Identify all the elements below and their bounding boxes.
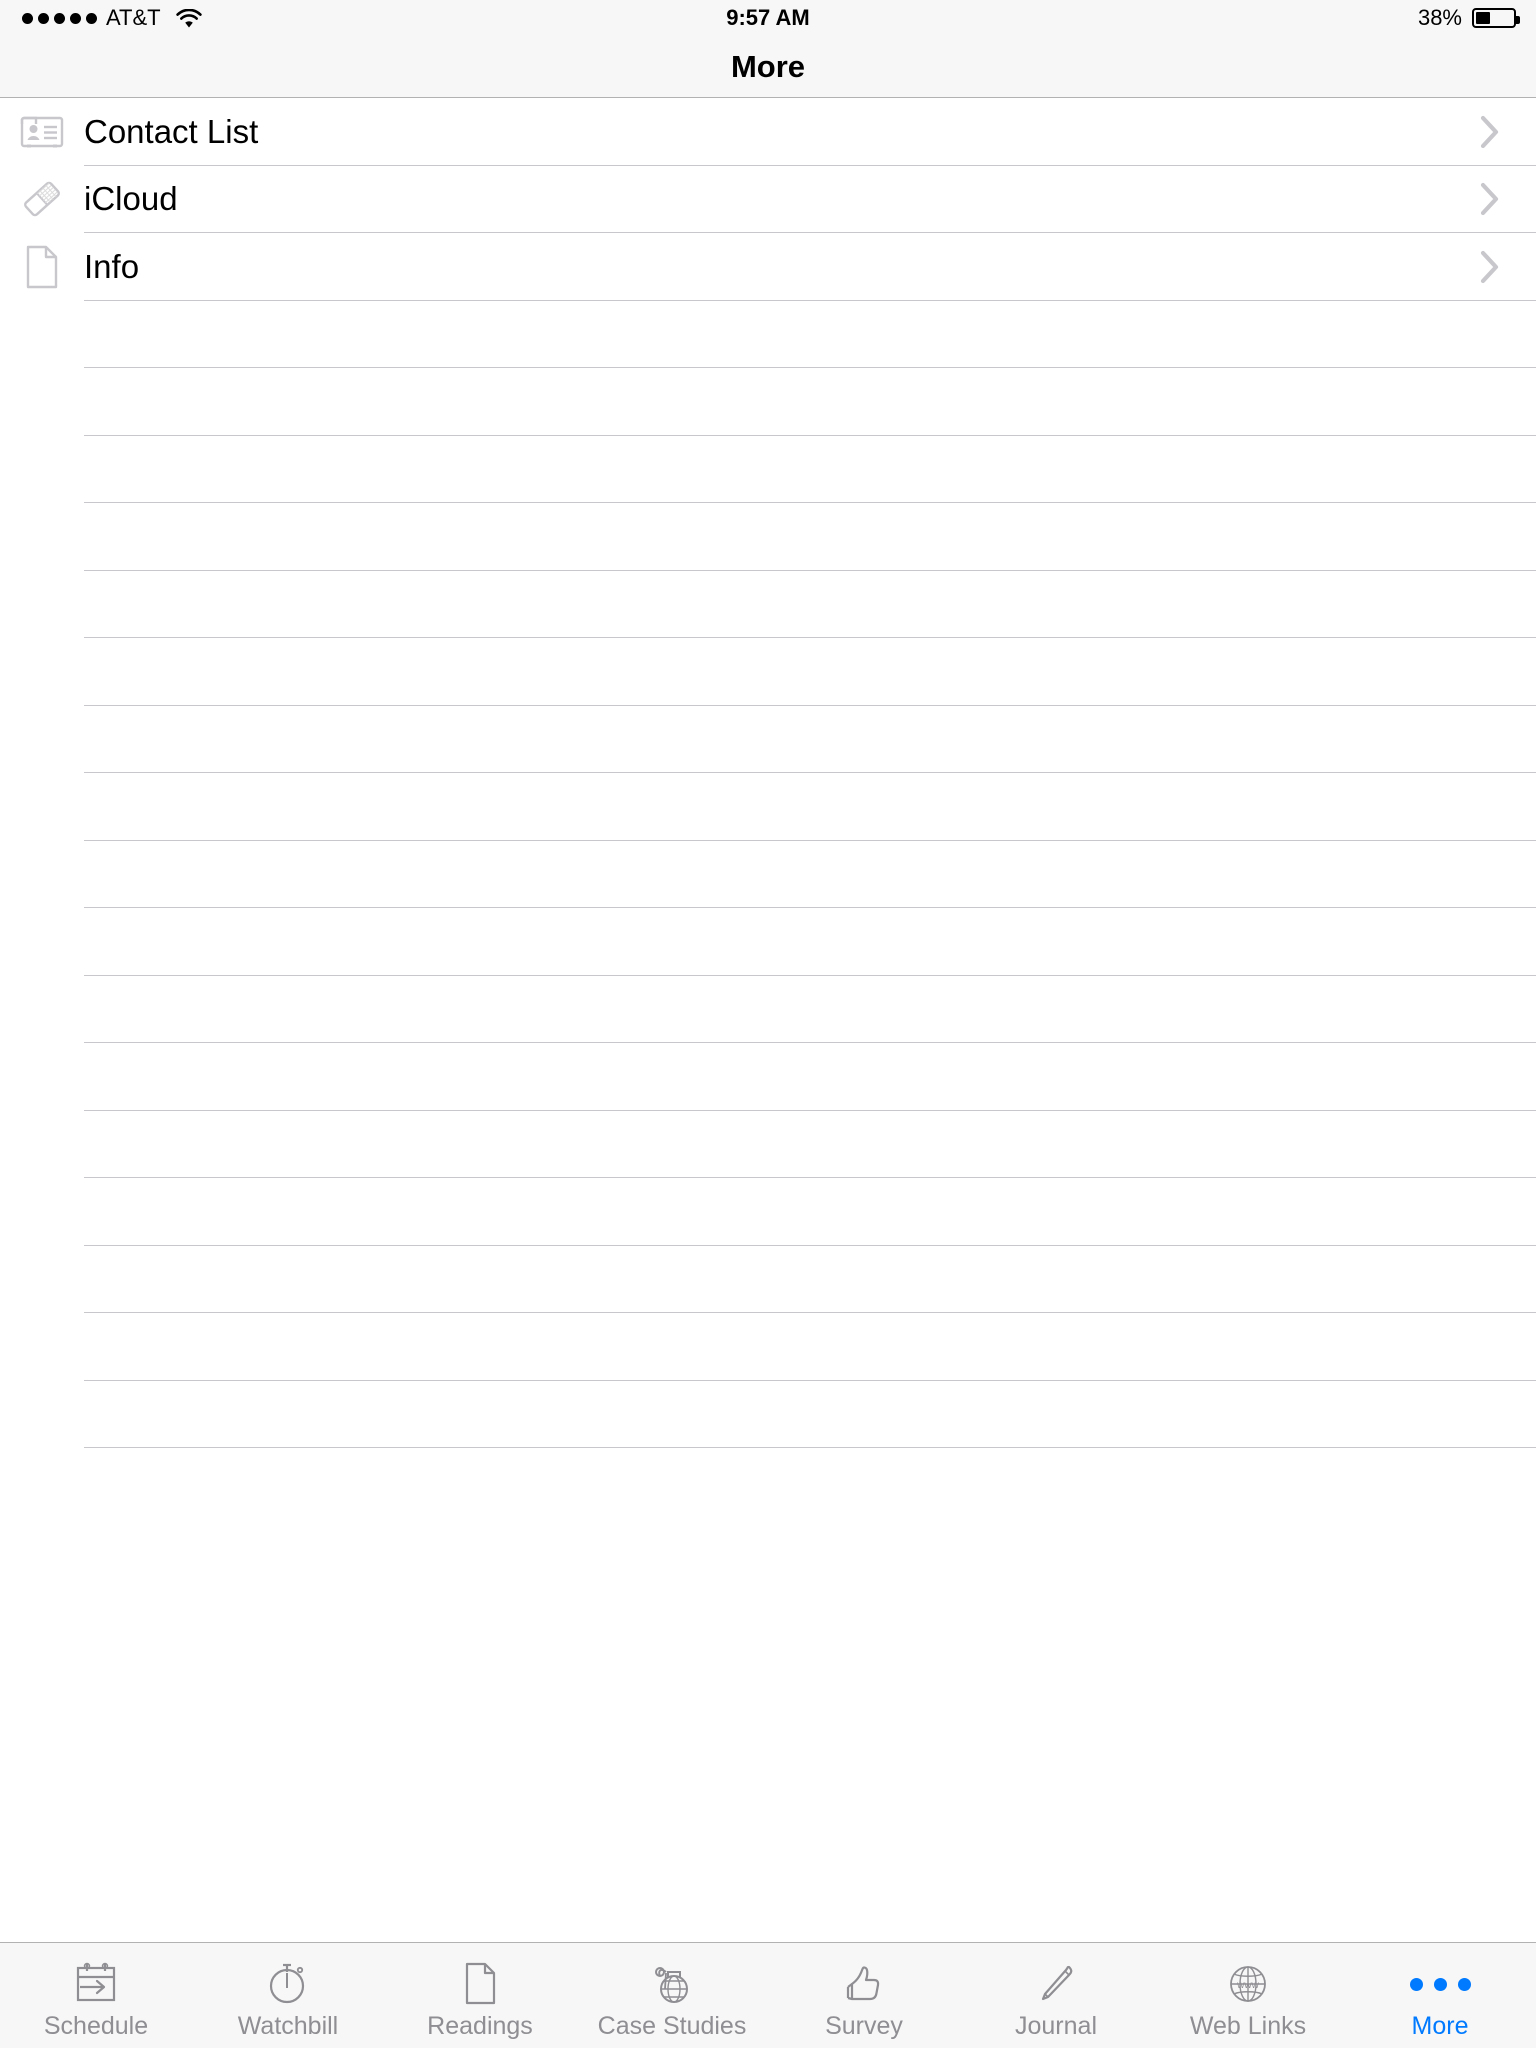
empty-list-row bbox=[0, 503, 1536, 571]
list-item-contact-list[interactable]: Contact List bbox=[0, 98, 1536, 166]
tab-label: Journal bbox=[1015, 2012, 1097, 2040]
tab-label: Watchbill bbox=[237, 2012, 339, 2040]
chevron-right-icon bbox=[1479, 181, 1536, 217]
navigation-bar: More bbox=[0, 36, 1536, 98]
tab-journal[interactable]: Journal bbox=[960, 1943, 1152, 2048]
empty-list-row bbox=[0, 300, 1536, 368]
empty-list-row bbox=[0, 570, 1536, 638]
pen-icon bbox=[1031, 1958, 1081, 2010]
empty-list-row bbox=[0, 773, 1536, 841]
ellipsis-icon bbox=[1409, 1958, 1471, 2010]
empty-list-row bbox=[0, 1110, 1536, 1178]
status-bar-right: 38% bbox=[1418, 5, 1536, 31]
document-icon bbox=[0, 245, 84, 289]
chevron-right-icon bbox=[1479, 114, 1536, 150]
wifi-icon bbox=[175, 8, 202, 28]
tab-label: Survey bbox=[825, 2012, 903, 2040]
empty-list-row bbox=[0, 1245, 1536, 1313]
globe-www-icon: www bbox=[1222, 1958, 1274, 2010]
empty-list-row bbox=[0, 908, 1536, 976]
status-bar-left: AT&T bbox=[0, 5, 202, 31]
carrier-label: AT&T bbox=[106, 5, 161, 30]
clock-label: 9:57 AM bbox=[726, 5, 810, 30]
battery-icon bbox=[1472, 8, 1520, 28]
list-item-icloud[interactable]: iCloud bbox=[0, 165, 1536, 233]
empty-list-row bbox=[0, 975, 1536, 1043]
app-screen: AT&T 9:57 AM 38% More Contact List iClou… bbox=[0, 0, 1536, 2048]
list-item-label: Info bbox=[84, 247, 140, 285]
calendar-arrow-icon bbox=[71, 1958, 121, 2010]
tab-web-links[interactable]: www Web Links bbox=[1152, 1943, 1344, 2048]
battery-percent-label: 38% bbox=[1417, 5, 1462, 30]
thumbs-up-icon bbox=[839, 1958, 889, 2010]
list-item-label: Contact List bbox=[84, 112, 259, 150]
tab-more[interactable]: More bbox=[1344, 1943, 1536, 2048]
stopwatch-icon bbox=[263, 1958, 313, 2010]
list-item-info[interactable]: Info bbox=[0, 233, 1536, 301]
tab-label: Readings bbox=[427, 2012, 533, 2040]
list-item-label: iCloud bbox=[84, 180, 178, 218]
contact-card-icon bbox=[0, 113, 84, 151]
document-icon bbox=[458, 1958, 502, 2010]
empty-rows-container bbox=[0, 300, 1536, 1448]
tab-label: Case Studies bbox=[597, 2012, 747, 2040]
empty-list-row bbox=[0, 435, 1536, 503]
chevron-right-icon bbox=[1479, 249, 1536, 285]
tab-watchbill[interactable]: Watchbill bbox=[192, 1943, 384, 2048]
tab-survey[interactable]: Survey bbox=[768, 1943, 960, 2048]
eraser-icon bbox=[0, 178, 84, 220]
grenade-icon bbox=[646, 1958, 698, 2010]
empty-list-row bbox=[0, 1178, 1536, 1246]
settings-list[interactable]: Contact List iCloud Info bbox=[0, 98, 1536, 1942]
tab-label: More bbox=[1411, 2012, 1469, 2040]
tab-readings[interactable]: Readings bbox=[384, 1943, 576, 2048]
empty-list-row bbox=[0, 840, 1536, 908]
status-bar: AT&T 9:57 AM 38% bbox=[0, 0, 1536, 36]
empty-list-row bbox=[0, 368, 1536, 436]
empty-list-row bbox=[0, 1313, 1536, 1381]
empty-list-row bbox=[0, 1380, 1536, 1448]
signal-strength-icon bbox=[22, 12, 97, 24]
svg-text:www: www bbox=[1236, 1980, 1259, 1991]
page-title: More bbox=[730, 48, 806, 84]
empty-list-row bbox=[0, 1043, 1536, 1111]
tab-label: Web Links bbox=[1189, 2012, 1307, 2040]
tab-schedule[interactable]: Schedule bbox=[0, 1943, 192, 2048]
tab-label: Schedule bbox=[43, 2012, 149, 2040]
empty-list-row bbox=[0, 638, 1536, 706]
empty-list-row bbox=[0, 705, 1536, 773]
status-bar-clock: 9:57 AM bbox=[0, 0, 1536, 36]
tab-bar[interactable]: Schedule Watchbill Readings Case Studies… bbox=[0, 1942, 1536, 2048]
tab-case-studies[interactable]: Case Studies bbox=[576, 1943, 768, 2048]
